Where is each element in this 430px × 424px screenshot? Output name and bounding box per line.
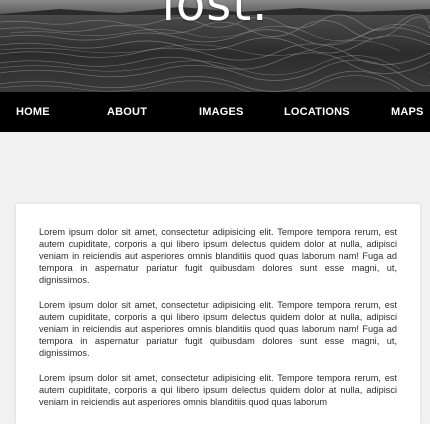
- main-navigation: HOME ABOUT IMAGES LOCATIONS MAPS: [0, 92, 430, 132]
- nav-maps-link[interactable]: MAPS: [391, 92, 424, 132]
- hero-banner: lost.: [0, 0, 430, 92]
- nav-locations-link[interactable]: LOCATIONS: [284, 92, 350, 132]
- nav-home-link[interactable]: HOME: [16, 92, 50, 132]
- content-card: Lorem ipsum dolor sit amet, consectetur …: [16, 204, 420, 424]
- nav-about-link[interactable]: ABOUT: [107, 92, 147, 132]
- site-title: lost.: [161, 0, 269, 32]
- content-paragraph: Lorem ipsum dolor sit amet, consectetur …: [39, 373, 397, 407]
- nav-images-link[interactable]: IMAGES: [199, 92, 244, 132]
- content-paragraph: Lorem ipsum dolor sit amet, consectetur …: [39, 300, 397, 358]
- content-paragraph: Lorem ipsum dolor sit amet, consectetur …: [39, 227, 397, 285]
